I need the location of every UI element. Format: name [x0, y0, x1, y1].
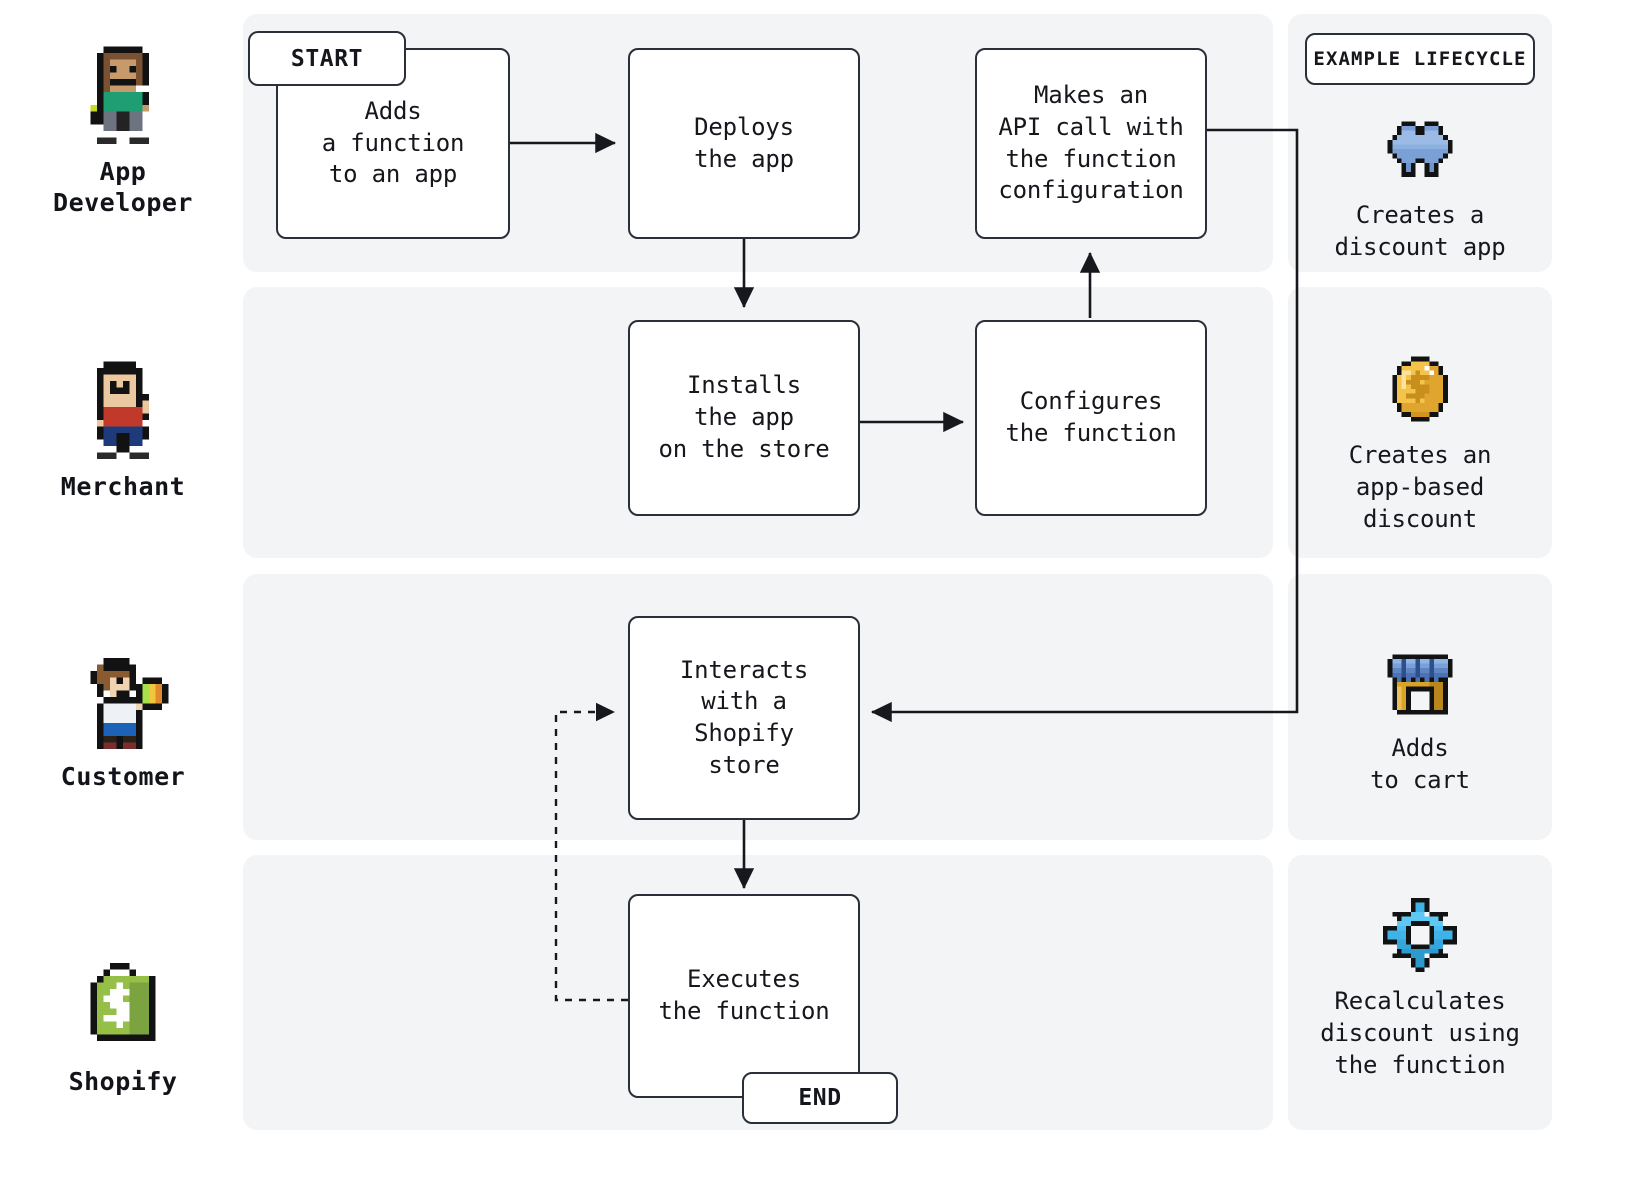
node-label: Adds a function to an app: [321, 96, 465, 189]
node-makes-api-call[interactable]: Makes an API call with the function conf…: [975, 48, 1207, 239]
example-lifecycle-label: EXAMPLE LIFECYCLE: [1313, 48, 1527, 70]
pixel-developer-avatar-icon: [90, 46, 149, 144]
legend-item-label: Creates a discount app: [1334, 201, 1506, 261]
node-label: Interacts with a Shopify store: [679, 655, 809, 779]
actor-shopify: Shopify: [8, 950, 238, 1097]
node-label: Installs the app on the store: [658, 371, 830, 463]
gold-coin-icon: [1392, 356, 1448, 422]
node-label: Configures the function: [1005, 387, 1177, 447]
actor-label: Customer: [60, 762, 186, 791]
storefront-icon: [1387, 654, 1453, 715]
end-label: END: [798, 1085, 842, 1111]
node-installs-app[interactable]: Installs the app on the store: [628, 320, 860, 516]
diagram-canvas: App Developer Merchant Customer Shopify …: [0, 0, 1634, 1200]
actor-merchant: Merchant: [8, 355, 238, 502]
start-terminal[interactable]: START: [248, 31, 406, 86]
end-terminal[interactable]: END: [742, 1072, 898, 1124]
actor-app-developer: App Developer: [8, 40, 238, 219]
legend-item-adds-to-cart: Adds to cart: [1275, 645, 1565, 797]
puzzle-piece-icon: [1387, 121, 1453, 177]
actor-label: App Developer: [53, 157, 193, 218]
example-lifecycle-badge: EXAMPLE LIFECYCLE: [1305, 33, 1535, 85]
node-interacts-store[interactable]: Interacts with a Shopify store: [628, 616, 860, 820]
legend-item-label: Creates an app-based discount: [1348, 441, 1492, 533]
shopify-bag-logo-icon: [90, 963, 156, 1041]
legend-item-label: Adds to cart: [1370, 734, 1470, 794]
actor-label: Shopify: [68, 1067, 178, 1096]
node-configures-function[interactable]: Configures the function: [975, 320, 1207, 516]
actor-customer: Customer: [8, 645, 238, 792]
node-label: Makes an API call with the function conf…: [998, 81, 1184, 205]
legend-item-recalculates-discount: Recalculates discount using the function: [1275, 898, 1565, 1082]
start-label: START: [290, 45, 364, 72]
gear-icon: [1383, 898, 1457, 972]
node-executes-function[interactable]: Executes the function: [628, 894, 860, 1098]
legend-item-creates-app-discount: Creates an app-based discount: [1275, 352, 1565, 536]
node-label: Executes the function: [658, 965, 830, 1025]
legend-item-creates-discount-app: Creates a discount app: [1275, 112, 1565, 264]
node-label: Deploys the app: [694, 112, 794, 173]
pixel-customer-avatar-icon: [90, 658, 169, 749]
legend-item-label: Recalculates discount using the function: [1320, 987, 1520, 1079]
node-deploys-app[interactable]: Deploys the app: [628, 48, 860, 239]
pixel-merchant-avatar-icon: [97, 361, 149, 459]
actor-label: Merchant: [60, 472, 186, 501]
